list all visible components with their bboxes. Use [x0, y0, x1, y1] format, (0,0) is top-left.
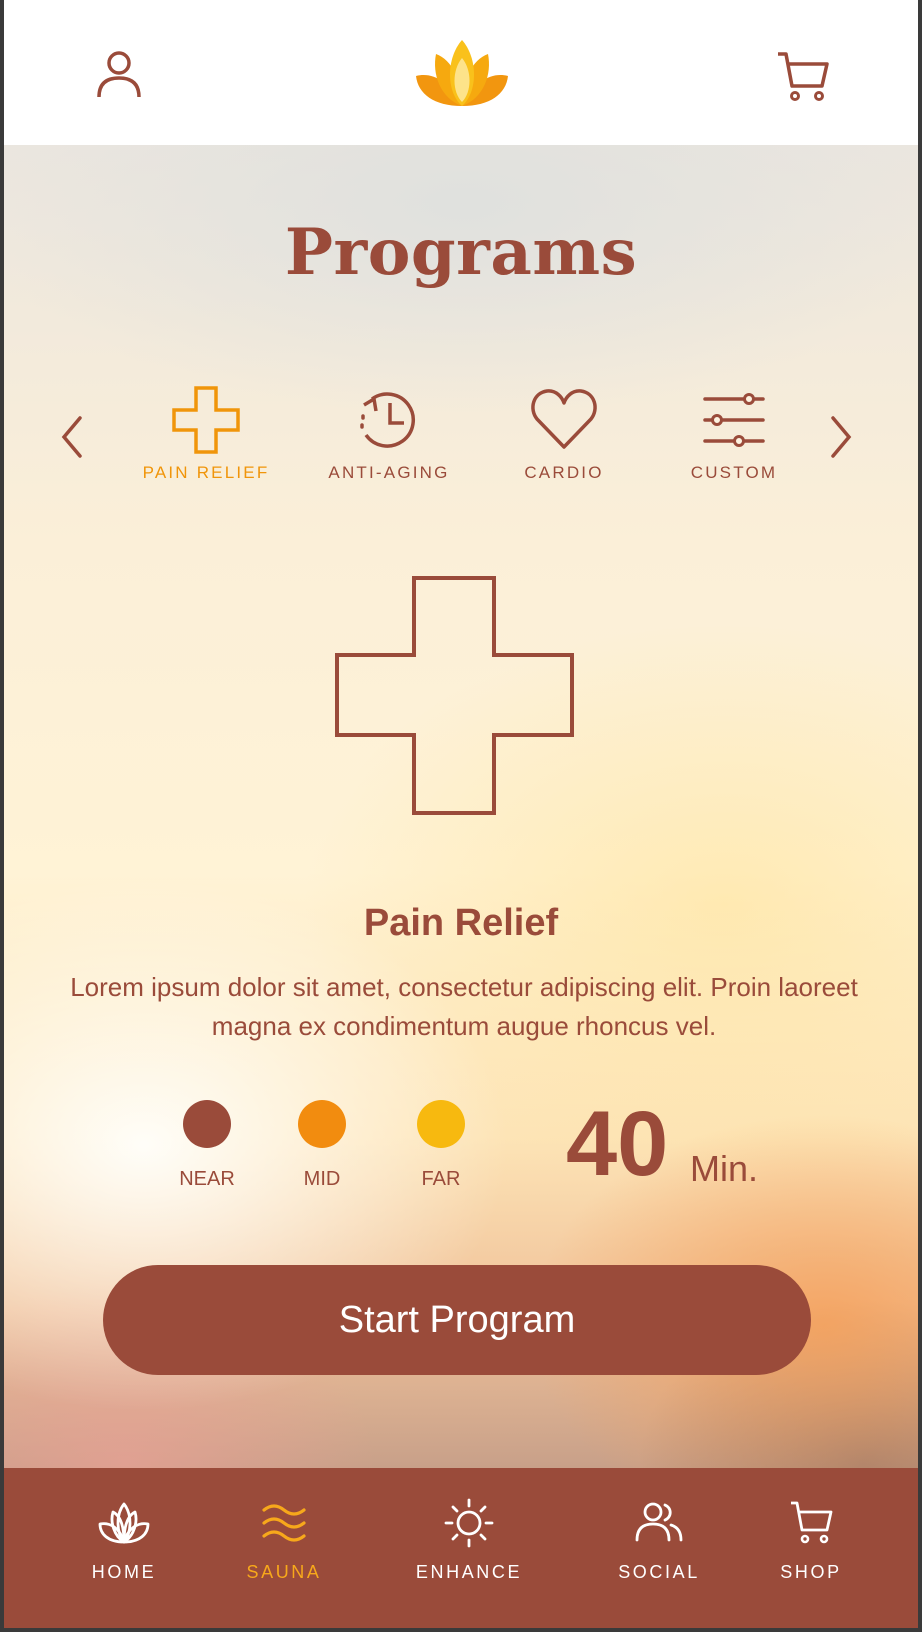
- users-icon: [635, 1502, 683, 1542]
- program-title: Pain Relief: [363, 902, 559, 944]
- category-label: ANTI-AGING: [328, 463, 450, 482]
- zone-dot: [417, 1100, 465, 1148]
- lotus-logo[interactable]: [414, 36, 510, 106]
- nav-item-home[interactable]: HOME: [74, 1498, 174, 1583]
- nav-item-enhance[interactable]: ENHANCE: [409, 1498, 529, 1583]
- chevron-right-icon[interactable]: [827, 412, 857, 462]
- category-label: PAIN RELIEF: [142, 463, 270, 482]
- clock-history-icon: [360, 392, 415, 448]
- start-program-button[interactable]: Start Program: [103, 1265, 811, 1375]
- zone-near: NEAR: [167, 1100, 247, 1191]
- cart-icon[interactable]: [776, 48, 830, 104]
- heart-icon: [531, 389, 597, 449]
- category-custom[interactable]: CUSTOM: [664, 385, 804, 483]
- zone-far: FAR: [401, 1100, 481, 1191]
- user-icon[interactable]: [94, 50, 144, 102]
- category-pain-relief[interactable]: PAIN RELIEF: [134, 385, 278, 483]
- nav-item-sauna[interactable]: SAUNA: [234, 1498, 334, 1583]
- nav-label: ENHANCE: [415, 1562, 523, 1582]
- zone-label: FAR: [421, 1168, 461, 1190]
- zone-dot: [298, 1100, 346, 1148]
- nav-item-shop[interactable]: SHOP: [766, 1498, 856, 1583]
- lotus-icon: [98, 1502, 150, 1544]
- zone-dot: [183, 1100, 231, 1148]
- category-anti-aging[interactable]: ANTI-AGING: [314, 385, 464, 483]
- duration-unit: Min.: [690, 1148, 759, 1189]
- page-title: Programs: [284, 215, 638, 290]
- category-label: CARDIO: [524, 463, 604, 482]
- zone-mid: MID: [282, 1100, 362, 1191]
- plus-cross-icon: [172, 386, 240, 454]
- cart-icon: [791, 1501, 833, 1544]
- duration-value: 40: [566, 1093, 669, 1195]
- bottom-nav: HOME SAUNA ENHANCE SOCIAL SHOP: [4, 1468, 918, 1628]
- heat-waves-icon: [262, 1504, 306, 1542]
- category-cardio[interactable]: CARDIO: [504, 385, 624, 483]
- chevron-left-icon[interactable]: [56, 412, 86, 462]
- nav-label: SHOP: [780, 1562, 842, 1582]
- top-header: [4, 0, 918, 145]
- nav-label: HOME: [91, 1562, 157, 1582]
- zone-label: MID: [303, 1168, 341, 1190]
- nav-item-social[interactable]: SOCIAL: [604, 1498, 714, 1583]
- category-label: CUSTOM: [690, 463, 778, 482]
- program-description: Lorem ipsum dolor sit amet, consectetur …: [70, 972, 858, 1041]
- plus-cross-icon: [335, 576, 574, 815]
- sliders-icon: [703, 393, 765, 447]
- nav-label: SOCIAL: [618, 1562, 700, 1582]
- nav-label: SAUNA: [246, 1562, 322, 1582]
- zone-label: NEAR: [179, 1168, 235, 1190]
- sun-icon: [444, 1498, 494, 1548]
- app-screen: Programs PAIN RELIEF ANTI-AGING CARDIO C…: [4, 0, 918, 1628]
